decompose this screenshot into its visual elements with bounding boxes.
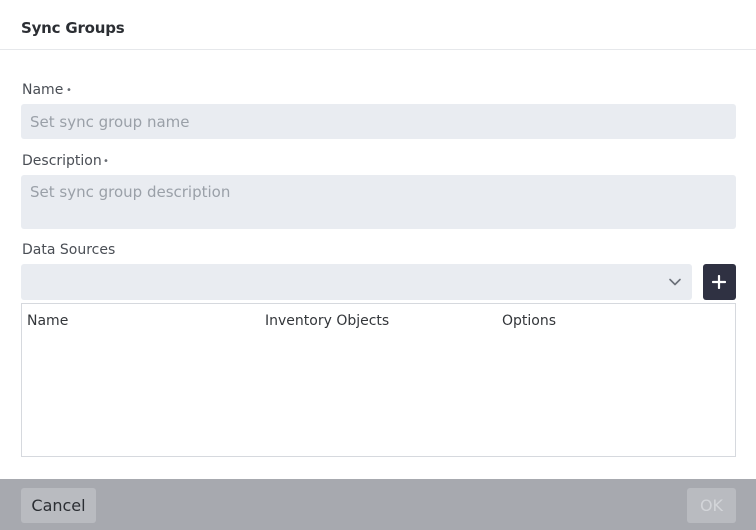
data-sources-table: Name Inventory Objects Options — [21, 303, 736, 457]
dialog-header: Sync Groups — [0, 0, 756, 50]
column-header-options[interactable]: Options — [502, 313, 556, 329]
name-required-mark: • — [66, 85, 72, 96]
name-input[interactable] — [21, 104, 736, 139]
description-label: Description — [22, 153, 102, 169]
ok-button[interactable]: OK — [687, 488, 736, 523]
plus-icon — [712, 275, 726, 289]
column-header-inventory-objects[interactable]: Inventory Objects — [265, 313, 389, 329]
name-label: Name — [22, 82, 64, 98]
data-sources-select[interactable] — [21, 264, 692, 300]
chevron-down-icon — [669, 278, 681, 286]
dialog-title: Sync Groups — [21, 19, 125, 37]
cancel-button[interactable]: Cancel — [21, 488, 96, 523]
add-data-source-button[interactable] — [703, 264, 736, 300]
data-sources-label: Data Sources — [22, 242, 116, 258]
description-required-mark: • — [103, 156, 109, 167]
description-input[interactable] — [21, 175, 736, 229]
column-header-name[interactable]: Name — [27, 313, 68, 329]
dialog-footer: Cancel OK — [0, 479, 756, 530]
